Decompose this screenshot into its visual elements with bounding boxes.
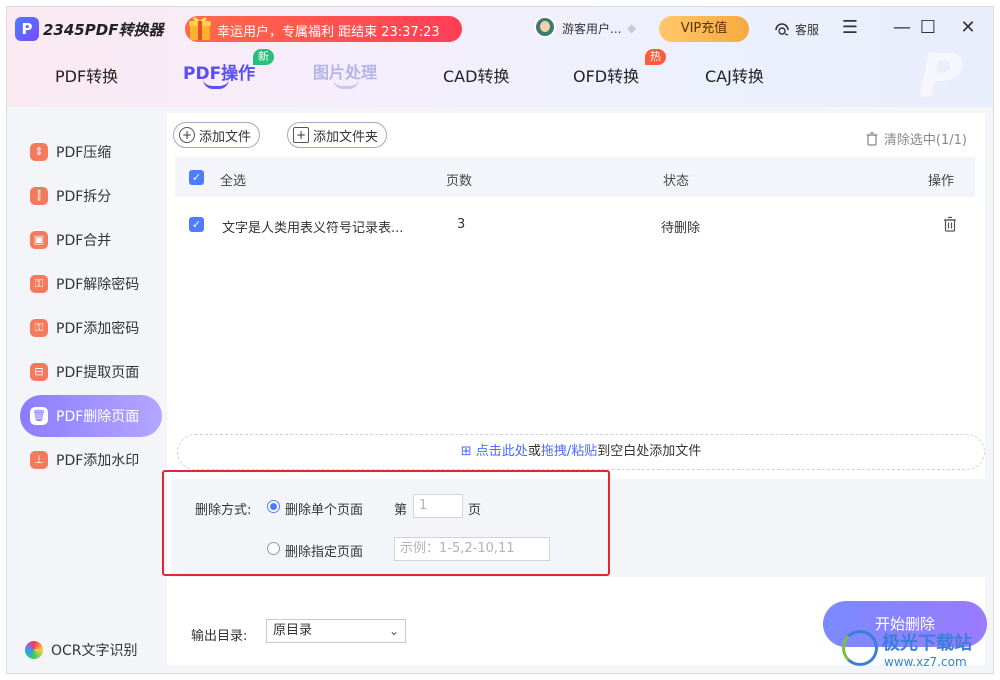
- support-button[interactable]: 客服: [773, 19, 819, 39]
- sidebar-item-label: PDF删除页面: [56, 409, 140, 425]
- row-checkbox[interactable]: ✓: [189, 217, 204, 232]
- support-label: 客服: [795, 22, 820, 37]
- file-status: 待删除: [661, 221, 701, 236]
- new-badge: 新: [253, 49, 274, 65]
- output-dir-value: 原目录: [273, 623, 313, 638]
- header: P 2345PDF转换器 幸运用户，专属福利 距结束 23:37:23 游客用户…: [7, 7, 993, 111]
- sidebar-item-split[interactable]: ⫿ PDF拆分: [20, 175, 162, 217]
- sidebar-item-label: PDF合并: [56, 233, 112, 249]
- select-all-checkbox[interactable]: ✓: [189, 170, 204, 185]
- app-window: P 2345PDF转换器 幸运用户，专属福利 距结束 23:37:23 游客用户…: [6, 6, 994, 674]
- sidebar-item-label: PDF压缩: [56, 145, 112, 161]
- tab-caj-convert[interactable]: CAJ转换: [705, 63, 764, 87]
- output-dir-label: 输出目录:: [191, 629, 248, 644]
- output-dir-select[interactable]: 原目录 ⌄: [266, 619, 406, 643]
- headset-icon: [775, 23, 789, 36]
- sidebar-item-remove-password[interactable]: ⚿ PDF解除密码: [20, 263, 162, 305]
- stamp-icon: ⊥: [30, 451, 48, 469]
- avatar[interactable]: [534, 16, 556, 38]
- sidebar-item-merge[interactable]: ▣ PDF合并: [20, 219, 162, 261]
- ocr-button[interactable]: OCR文字识别: [25, 637, 138, 663]
- sidebar-item-compress[interactable]: ⇕ PDF压缩: [20, 131, 162, 173]
- chevron-down-icon: ⌄: [388, 624, 399, 638]
- sidebar-item-label: PDF拆分: [56, 189, 112, 205]
- header-pages: 页数: [446, 174, 473, 189]
- clear-selected-button[interactable]: 清除选中(1/1): [866, 129, 967, 148]
- tab-ofd-convert[interactable]: OFD转换: [573, 63, 639, 87]
- hot-badge: 热: [645, 49, 666, 65]
- header-actions: 操作: [928, 174, 955, 189]
- watermark-title: 极光下载站: [882, 633, 972, 654]
- ocr-label: OCR文字识别: [51, 643, 138, 659]
- extract-icon: ⊟: [30, 363, 48, 381]
- sidebar-item-add-password[interactable]: ⚿ PDF添加密码: [20, 307, 162, 349]
- site-watermark: 极光下载站 www.xz7.com: [838, 626, 996, 676]
- ocr-icon: [25, 641, 43, 659]
- sidebar-item-label: PDF解除密码: [56, 277, 140, 293]
- drop-text-or: 或: [527, 444, 541, 459]
- site-logo-icon: [842, 630, 878, 666]
- main-panel: + 添加文件 + 添加文件夹 清除选中(1/1) ✓ 全选 页数 状态 操作 ✓…: [167, 113, 987, 665]
- highlight-frame: [162, 470, 610, 576]
- sidebar-item-label: PDF添加水印: [56, 453, 140, 469]
- delete-page-icon: 🗑: [30, 407, 48, 425]
- compress-icon: ⇕: [30, 143, 48, 161]
- table-row: ✓ 文字是人类用表义符号记录表... 3 待删除: [175, 201, 975, 247]
- table-header: ✓ 全选 页数 状态 操作: [175, 157, 975, 197]
- sidebar-item-extract-pages[interactable]: ⊟ PDF提取页面: [20, 351, 162, 393]
- menu-icon[interactable]: ☰: [837, 15, 863, 41]
- clear-selected-label: 清除选中(1/1): [883, 133, 967, 148]
- close-button[interactable]: ✕: [955, 15, 981, 41]
- page: P 2345PDF转换器 幸运用户，专属福利 距结束 23:37:23 游客用户…: [0, 0, 1000, 680]
- vip-button[interactable]: VIP充值: [659, 16, 749, 42]
- split-icon: ⫿: [30, 187, 48, 205]
- tab-cad-convert[interactable]: CAD转换: [443, 63, 509, 87]
- drop-text-rest: 到空白处添加文件: [597, 444, 702, 459]
- tab-image-underline: [333, 79, 359, 89]
- app-title: 2345PDF转换器: [43, 21, 164, 39]
- trash-icon: [866, 131, 878, 146]
- unlock-icon: ⚿: [30, 275, 48, 293]
- add-square-icon: ⊞: [460, 444, 476, 459]
- add-folder-button[interactable]: + 添加文件夹: [287, 122, 388, 148]
- file-name: 文字是人类用表义符号记录表...: [222, 221, 404, 236]
- diamond-icon: ◆: [627, 21, 637, 35]
- merge-icon: ▣: [30, 231, 48, 249]
- promo-text: 幸运用户，专属福利 距结束 23:37:23: [217, 25, 440, 40]
- gift-icon: [189, 17, 211, 40]
- add-folder-label: 添加文件夹: [313, 129, 379, 145]
- tab-pdf-convert[interactable]: PDF转换: [55, 63, 118, 87]
- drop-zone[interactable]: ⊞ 点击此处或拖拽/粘贴到空白处添加文件: [177, 434, 985, 470]
- add-file-button[interactable]: + 添加文件: [173, 122, 261, 148]
- pdf-brand-watermark-icon: P: [919, 41, 963, 111]
- minimize-button[interactable]: —: [889, 15, 915, 41]
- header-status: 状态: [663, 174, 690, 189]
- sidebar-item-label: PDF添加密码: [56, 321, 140, 337]
- app-logo-icon: P: [15, 17, 39, 41]
- user-name[interactable]: 游客用户...: [562, 20, 621, 37]
- lock-icon: ⚿: [30, 319, 48, 337]
- active-tab-indicator: [203, 79, 229, 89]
- drag-paste-link[interactable]: 拖拽/粘贴: [541, 444, 597, 459]
- add-file-label: 添加文件: [199, 129, 252, 145]
- sidebar: ⇕ PDF压缩 ⫿ PDF拆分 ▣ PDF合并 ⚿ PDF解除密码 ⚿ PDF添…: [15, 113, 167, 665]
- plus-square-icon: +: [293, 127, 309, 143]
- sidebar-item-add-watermark[interactable]: ⊥ PDF添加水印: [20, 439, 162, 481]
- sidebar-item-delete-pages[interactable]: 🗑 PDF删除页面: [20, 395, 162, 437]
- click-here-link[interactable]: 点击此处: [476, 444, 528, 459]
- delete-row-icon[interactable]: [943, 216, 957, 232]
- plus-circle-icon: +: [179, 127, 195, 143]
- sidebar-item-label: PDF提取页面: [56, 365, 140, 381]
- maximize-button[interactable]: ☐: [915, 15, 941, 41]
- watermark-url: www.xz7.com: [884, 655, 967, 669]
- promo-banner[interactable]: 幸运用户，专属福利 距结束 23:37:23: [185, 16, 462, 42]
- header-select-all: 全选: [220, 174, 247, 189]
- page-count: 3: [457, 217, 466, 232]
